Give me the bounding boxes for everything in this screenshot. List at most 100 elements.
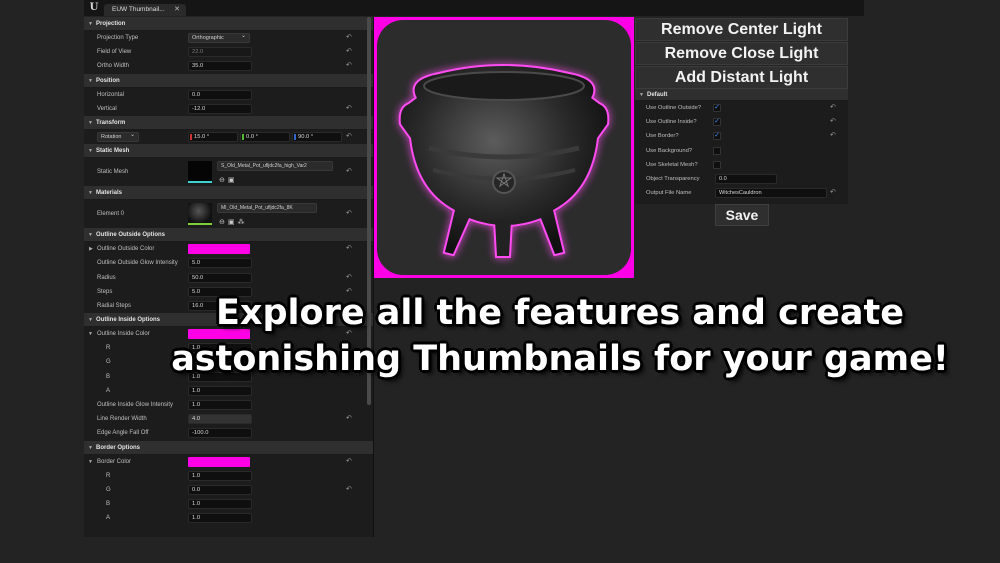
rotation-x-input[interactable]: 15.0 ° — [188, 131, 238, 142]
material-picker[interactable]: MI_Old_Metal_Pot_ufljdc2fa_8K — [217, 203, 317, 214]
reset-arrow-icon[interactable]: ↶ — [346, 158, 352, 186]
section-border[interactable]: ▼ Border Options — [84, 440, 373, 455]
use-selected-icon[interactable]: ⊖ — [219, 177, 228, 184]
unreal-logo-icon: U — [89, 2, 99, 13]
use-skeletal-mesh-checkbox[interactable] — [713, 160, 721, 169]
border-b-input[interactable]: 1.0 — [188, 499, 252, 510]
prop-line-render-width: Line Render Width 4.0 ↶ — [84, 412, 373, 427]
vertical-input[interactable]: -12.0 — [188, 103, 252, 114]
browse-icon[interactable]: ▣ — [228, 219, 238, 226]
border-color-swatch[interactable] — [188, 456, 250, 467]
edge-angle-falloff-input[interactable]: -100.0 — [188, 428, 252, 439]
reset-arrow-icon[interactable]: ↶ — [346, 45, 352, 59]
triangle-down-icon: ▼ — [88, 77, 93, 84]
preview-canvas — [377, 20, 631, 275]
mesh-thumbnail[interactable] — [188, 161, 212, 184]
use-background-checkbox[interactable] — [713, 146, 721, 155]
reset-arrow-icon[interactable]: ↶ — [346, 31, 352, 45]
triangle-down-icon: ▼ — [88, 190, 93, 197]
triangle-down-icon: ▼ — [88, 21, 93, 27]
reset-arrow-icon[interactable]: ↶ — [830, 101, 836, 115]
prop-border-color: ▼ Border Color ↶ — [84, 454, 373, 469]
border-a-input[interactable]: 1.0 — [188, 513, 252, 524]
browse-icon[interactable]: ▣ — [228, 177, 238, 184]
transform-mode-dropdown[interactable]: Rotation — [97, 131, 139, 142]
section-outline-outside[interactable]: ▼ Outline Outside Options — [84, 228, 373, 243]
radius-input[interactable]: 50.0 — [188, 272, 252, 283]
horizontal-input[interactable]: 0.0 — [188, 89, 252, 100]
static-mesh-picker[interactable]: S_Old_Metal_Pot_ufljdc2fa_high_Var2 — [217, 161, 333, 172]
material-nodes-icon[interactable]: ⁂ — [238, 219, 248, 226]
reset-arrow-icon[interactable]: ↶ — [830, 129, 836, 143]
triangle-down-icon: ▼ — [88, 119, 93, 126]
use-selected-icon[interactable]: ⊖ — [219, 219, 228, 226]
triangle-down-icon: ▼ — [88, 317, 93, 324]
prop-edge-angle-falloff: Edge Angle Fall Off -100.0 — [84, 426, 373, 441]
object-transparency-input[interactable]: 0.0 — [715, 173, 777, 184]
remove-center-light-button[interactable]: Remove Center Light — [635, 18, 848, 41]
row-use-border: Use Border? ✓ ↶ — [635, 129, 848, 143]
projection-type-dropdown[interactable]: Orthographic — [188, 32, 250, 43]
oi-a-input[interactable]: 1.0 — [188, 385, 252, 396]
use-outline-outside-checkbox[interactable]: ✓ — [713, 104, 721, 112]
line-render-width-input[interactable]: 4.0 — [188, 414, 252, 425]
section-position[interactable]: ▼ Position — [84, 73, 373, 88]
reset-arrow-icon[interactable]: ↶ — [346, 483, 352, 497]
remove-close-light-button[interactable]: Remove Close Light — [635, 42, 848, 65]
section-default[interactable]: ▼ Default — [635, 89, 848, 101]
row-use-outline-inside: Use Outline Inside? ✓ ↶ — [635, 115, 848, 129]
outline-outside-color-swatch[interactable] — [188, 244, 250, 255]
prop-outline-outside-glow: Outline Outside Glow Intensity 5.0 — [84, 256, 373, 271]
ortho-width-input[interactable]: 35.0 — [188, 61, 252, 72]
triangle-right-icon[interactable]: ▶ — [89, 242, 93, 256]
reset-arrow-icon[interactable]: ↶ — [346, 412, 352, 426]
triangle-down-icon[interactable]: ▼ — [88, 455, 93, 469]
prop-element-0: Element 0 MI_Old_Metal_Pot_ufljdc2fa_8K … — [84, 200, 373, 229]
reset-arrow-icon[interactable]: ↶ — [346, 59, 352, 73]
material-thumbnail[interactable] — [188, 203, 212, 226]
close-icon[interactable]: ✕ — [174, 4, 180, 16]
prop-static-mesh: Static Mesh S_Old_Metal_Pot_ufljdc2fa_hi… — [84, 158, 373, 187]
oi-glow-input[interactable]: 1.0 — [188, 400, 252, 410]
triangle-down-icon[interactable]: ▼ — [88, 327, 93, 341]
tab-label: EUW Thumbnail... — [112, 6, 165, 13]
save-button[interactable]: Save — [715, 204, 769, 226]
reset-arrow-icon[interactable]: ↶ — [346, 271, 352, 285]
prop-oi-a: A 1.0 — [84, 383, 373, 398]
title-bar — [84, 0, 864, 16]
reset-arrow-icon[interactable]: ↶ — [346, 200, 352, 228]
rotation-z-input[interactable]: 90.0 ° — [292, 131, 342, 142]
section-projection[interactable]: ▼ Projection — [84, 17, 373, 31]
section-transform[interactable]: ▼ Transform — [84, 115, 373, 130]
default-options-panel: ▼ Default Use Outline Outside? ✓ ↶ Use Ou… — [635, 89, 848, 204]
fov-input[interactable]: 22.0 — [188, 47, 252, 58]
triangle-down-icon: ▼ — [88, 232, 93, 239]
prop-outline-outside-color: ▶ Outline Outside Color ↶ — [84, 242, 373, 257]
reset-arrow-icon[interactable]: ↶ — [346, 130, 352, 144]
row-use-skeletal-mesh: Use Skeletal Mesh? — [635, 158, 848, 172]
reset-arrow-icon[interactable]: ↶ — [830, 186, 836, 200]
reset-arrow-icon[interactable]: ↶ — [346, 242, 352, 256]
section-static-mesh[interactable]: ▼ Static Mesh — [84, 144, 373, 159]
reset-arrow-icon[interactable]: ↶ — [830, 115, 836, 129]
reset-arrow-icon[interactable]: ↶ — [346, 455, 352, 469]
border-r-input[interactable]: 1.0 — [188, 470, 252, 481]
prop-oi-glow: Outline Inside Glow Intensity 1.0 — [84, 398, 373, 413]
output-file-name-input[interactable]: WitchesCauldron — [715, 188, 827, 199]
section-materials[interactable]: ▼ Materials — [84, 186, 373, 201]
prop-field-of-view: Field of View 22.0 ↶ — [84, 45, 373, 60]
row-use-background: Use Background? — [635, 144, 848, 158]
promo-caption: Explore all the features and create asto… — [150, 290, 970, 382]
outline-outside-glow-input[interactable]: 5.0 — [188, 258, 252, 269]
add-distant-light-button[interactable]: Add Distant Light — [635, 66, 848, 89]
prop-radius: Radius 50.0 ↶ — [84, 270, 373, 285]
reset-arrow-icon[interactable]: ↶ — [346, 102, 352, 116]
border-g-input[interactable]: 0.0 — [188, 484, 252, 495]
tab-euw-thumbnail[interactable]: EUW Thumbnail... ✕ — [104, 4, 186, 16]
rotation-y-input[interactable]: 0.0 ° — [240, 131, 290, 142]
use-border-checkbox[interactable]: ✓ — [713, 132, 721, 141]
caption-line-1: Explore all the features and create — [216, 293, 904, 333]
thumbnail-preview — [374, 17, 634, 278]
use-outline-inside-checkbox[interactable]: ✓ — [713, 118, 721, 127]
prop-rotation: Rotation 15.0 ° 0.0 ° 90.0 ° ↶ — [84, 129, 373, 145]
